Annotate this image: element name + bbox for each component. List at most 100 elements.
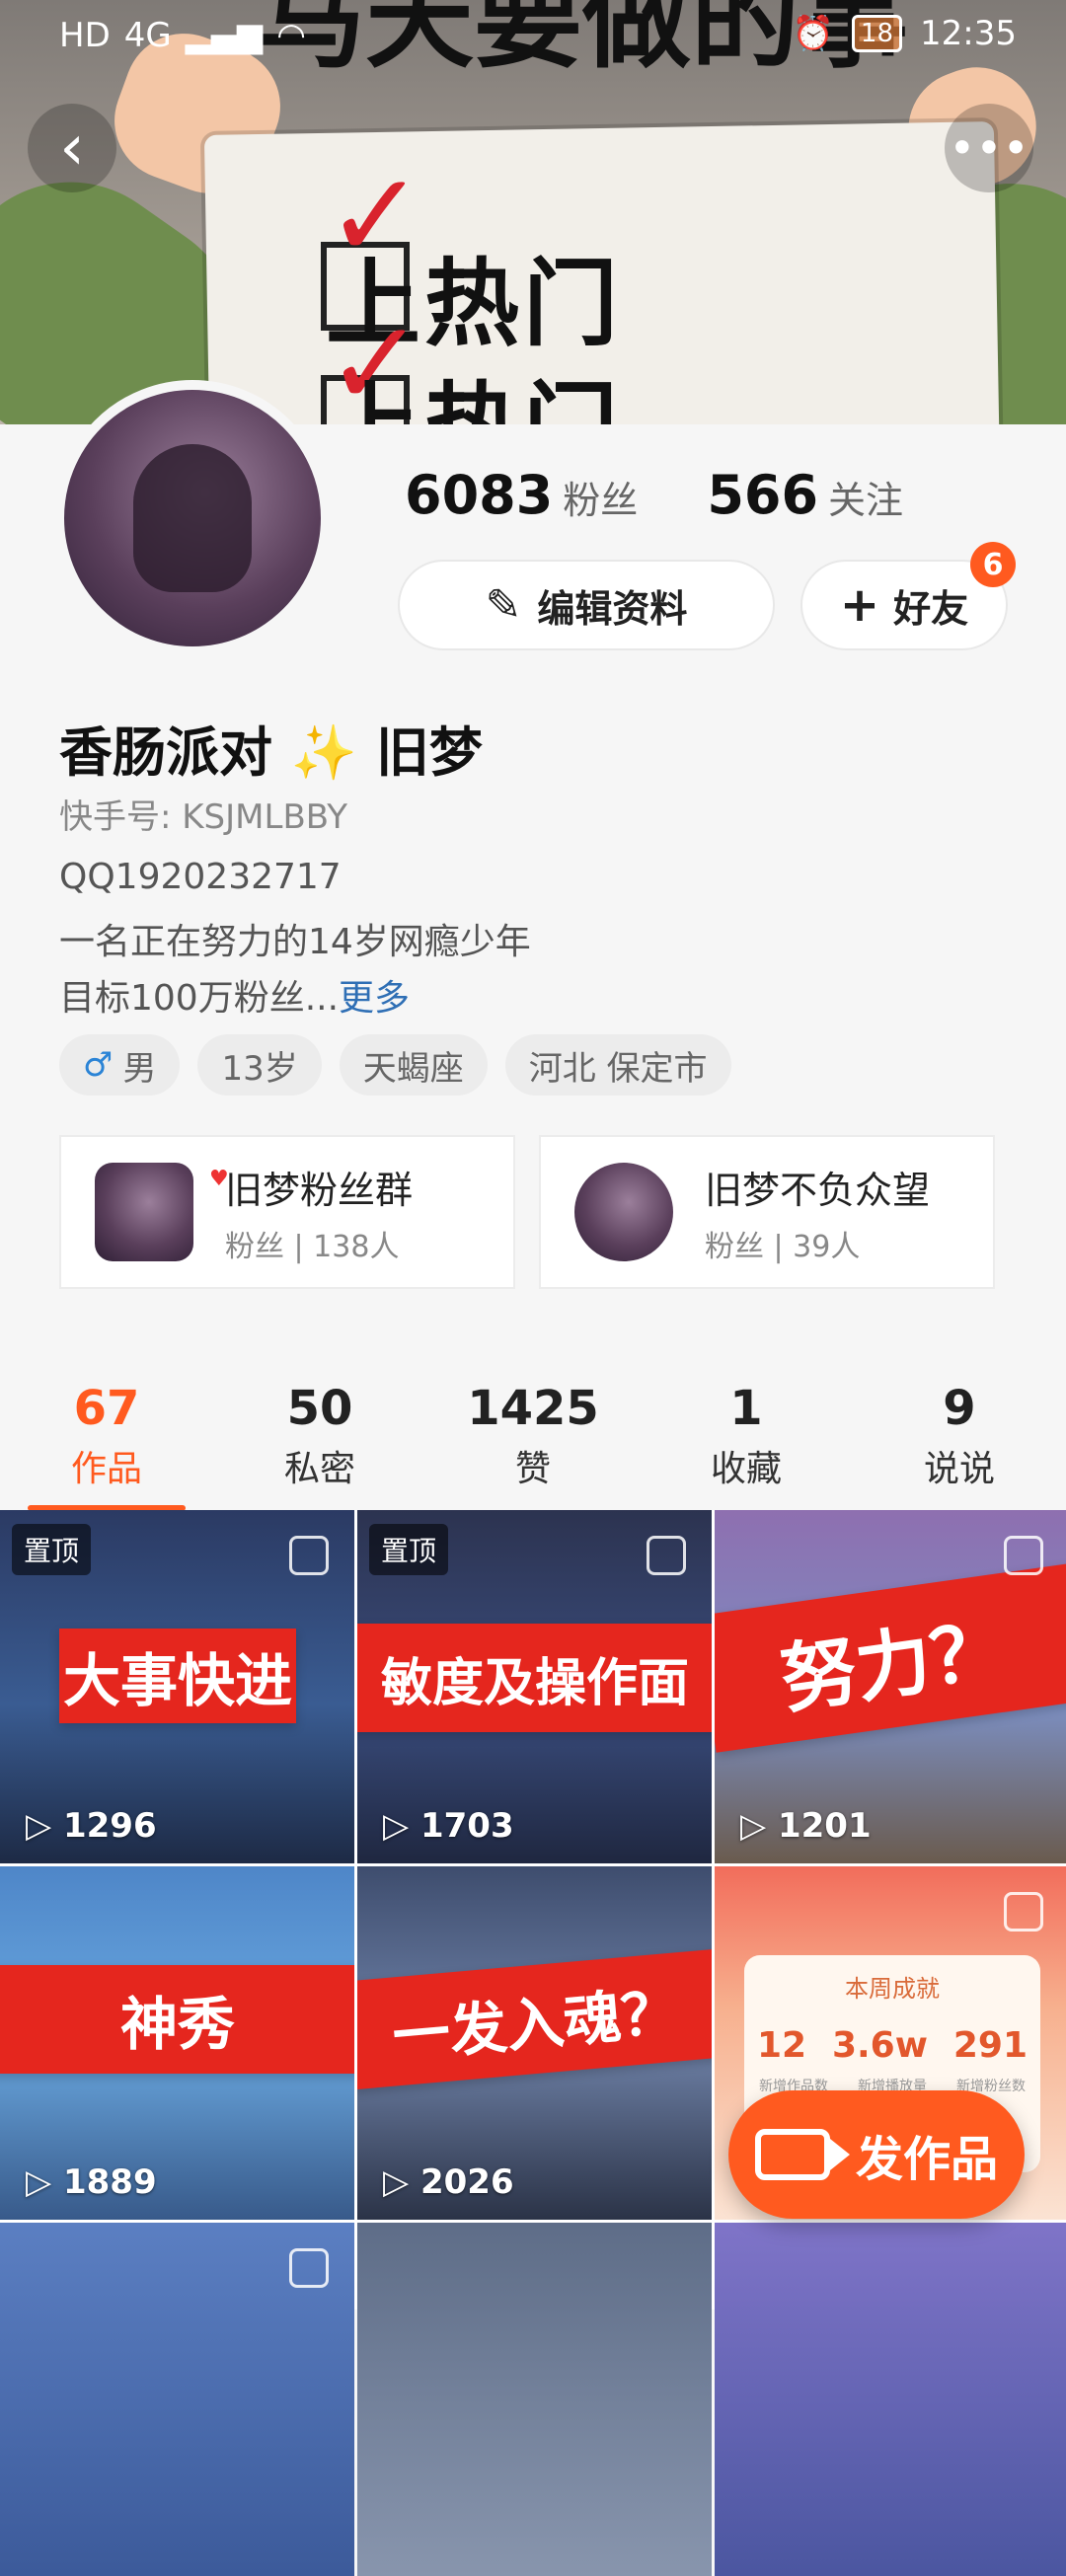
weekly-plays: 3.6w — [831, 2025, 928, 2066]
tab-label: 收藏 — [710, 1449, 782, 1489]
plus-icon: + — [839, 577, 880, 633]
select-checkbox[interactable] — [1004, 1892, 1043, 1932]
friends-badge: 6 — [970, 542, 1016, 587]
group-info: 旧梦粉丝群 粉丝 | 138人 — [225, 1160, 413, 1265]
bio-line-1: QQ1920232717 — [59, 857, 342, 897]
alarm-icon: ⏰ — [792, 14, 834, 53]
avatar[interactable] — [54, 380, 331, 656]
pinned-badge: 置顶 — [369, 1524, 449, 1575]
friends-label: 好友 — [893, 586, 969, 631]
play-count-value: 1296 — [62, 1806, 157, 1846]
play-count-value: 2026 — [419, 2162, 514, 2202]
wifi-icon: ◠ — [276, 16, 306, 55]
video-thumbnail[interactable]: 一发入魂？ ▷ 2026 — [357, 1866, 712, 2220]
group-card[interactable]: 旧梦不负众望 粉丝 | 39人 — [539, 1135, 995, 1289]
publish-label: 发作品 — [855, 2132, 998, 2187]
fan-groups: ♥ 旧梦粉丝群 粉丝 | 138人 旧梦不负众望 粉丝 | 39人 — [59, 1135, 995, 1289]
tab-count: 1425 — [467, 1381, 599, 1436]
tab-count: 1 — [729, 1381, 763, 1436]
weekly-works: 12 — [756, 2025, 807, 2066]
zodiac-tag: 天蝎座 — [339, 1034, 488, 1096]
select-checkbox[interactable] — [647, 1536, 686, 1575]
play-count: ▷ 1296 — [26, 1806, 157, 1846]
group-sub: 粉丝 | 39人 — [705, 1229, 861, 1264]
sparkle-icon: ✨ — [290, 721, 358, 784]
publish-button[interactable]: 发作品 — [728, 2090, 1025, 2219]
battery-indicator: 18 — [851, 15, 903, 52]
pinned-badge: 置顶 — [12, 1524, 92, 1575]
select-checkbox[interactable] — [1004, 1536, 1043, 1575]
play-count-value: 1889 — [62, 2162, 157, 2202]
tab-count: 50 — [286, 1381, 353, 1436]
group-card[interactable]: ♥ 旧梦粉丝群 粉丝 | 138人 — [59, 1135, 515, 1289]
gender-label: 男 — [122, 1048, 157, 1089]
bio-line-2: 一名正在努力的14岁网瘾少年 — [59, 922, 531, 962]
play-count: ▷ 1703 — [383, 1806, 514, 1846]
select-checkbox[interactable] — [289, 2248, 329, 2288]
heart-icon: ♥ — [209, 1167, 229, 1191]
friends-button[interactable]: + 好友 6 — [800, 542, 1016, 650]
profile-name-part2: 旧梦 — [375, 721, 483, 784]
banner-line-2: 上热门 — [326, 350, 622, 424]
profile-name: 香肠派对 ✨ 旧梦 — [59, 709, 483, 787]
followers-count: 6083 — [405, 464, 554, 526]
camera-icon — [754, 2129, 850, 2180]
group-avatar — [574, 1163, 673, 1261]
status-bar: HD 4G ▂▄▆ ◠ ⏰ 18 12:35 — [0, 0, 1066, 71]
tab-likes[interactable]: 1425 赞 — [434, 1381, 632, 1491]
play-count: ▷ 2026 — [383, 2162, 514, 2202]
video-thumbnail[interactable]: 敏度及操作面 置顶 ▷ 1703 — [357, 1510, 712, 1863]
weekly-values: 12 3.6w 291 — [744, 2025, 1040, 2066]
video-thumbnail[interactable] — [715, 2223, 1066, 2576]
more-icon: ••• — [949, 121, 1029, 175]
followers-stat[interactable]: 6083 粉丝 — [405, 464, 638, 526]
profile-tags: ♂ 男 13岁 天蝎座 河北 保定市 — [59, 1034, 731, 1096]
tab-label: 说说 — [923, 1449, 995, 1489]
gender-tag: ♂ 男 — [59, 1034, 181, 1096]
age-tag: 13岁 — [197, 1034, 322, 1096]
edit-profile-button[interactable]: ✎ 编辑资料 — [398, 560, 775, 650]
network-indicator: 4G — [123, 16, 172, 55]
following-label: 关注 — [828, 479, 904, 522]
tab-posts[interactable]: 9 说说 — [861, 1381, 1058, 1491]
following-count: 566 — [707, 464, 819, 526]
bio-line-3: 目标100万粉丝...更多 — [59, 969, 410, 1021]
video-title-banner: 一发入魂？ — [357, 1948, 712, 2090]
status-left: HD 4G ▂▄▆ ◠ — [59, 16, 306, 55]
tab-private[interactable]: 50 私密 — [221, 1381, 419, 1491]
profile-tabs: 67 作品 50 私密 1425 赞 1 收藏 9 说说 — [0, 1362, 1066, 1511]
video-title-banner: 敏度及操作面 — [357, 1624, 712, 1732]
select-checkbox[interactable] — [289, 1536, 329, 1575]
group-title: 旧梦不负众望 — [705, 1168, 931, 1212]
group-avatar — [95, 1163, 193, 1261]
back-button[interactable]: ‹ — [28, 104, 116, 192]
video-thumbnail[interactable]: 大事快进 置顶 ▷ 1296 — [0, 1510, 354, 1863]
weekly-title: 本周成就 — [845, 1975, 940, 2003]
tab-count: 67 — [73, 1381, 140, 1436]
tab-count: 9 — [943, 1381, 976, 1436]
followers-label: 粉丝 — [563, 479, 639, 522]
play-count: ▷ 1201 — [740, 1806, 872, 1846]
location-tag: 河北 保定市 — [504, 1034, 731, 1096]
video-thumbnail[interactable]: 努力？ ▷ 1201 — [715, 1510, 1066, 1863]
edit-icon: ✎ — [485, 579, 522, 631]
edit-profile-label: 编辑资料 — [537, 586, 688, 631]
more-button[interactable]: ••• — [945, 104, 1033, 192]
video-title-banner: 神秀 — [0, 1965, 354, 2074]
video-thumbnail[interactable] — [0, 2223, 354, 2576]
tab-works[interactable]: 67 作品 — [8, 1381, 205, 1511]
bio-line-3-text: 目标100万粉丝... — [59, 978, 340, 1019]
video-thumbnail[interactable]: 神秀 ▷ 1889 — [0, 1866, 354, 2220]
play-count-value: 1703 — [419, 1806, 514, 1846]
weekly-fans: 291 — [952, 2025, 1028, 2066]
profile-stats: 6083 粉丝 566 关注 — [405, 464, 903, 526]
following-stat[interactable]: 566 关注 — [707, 464, 903, 526]
status-time: 12:35 — [920, 14, 1017, 53]
kuaishou-id: 快手号: KSJMLBBY — [59, 797, 348, 837]
bio-more-link[interactable]: 更多 — [339, 978, 410, 1019]
video-thumbnail[interactable] — [357, 2223, 712, 2576]
video-title-banner: 努力？ — [715, 1563, 1066, 1753]
status-right: ⏰ 18 12:35 — [793, 14, 1017, 53]
tab-label: 作品 — [70, 1449, 142, 1489]
tab-favorites[interactable]: 1 收藏 — [647, 1381, 845, 1491]
